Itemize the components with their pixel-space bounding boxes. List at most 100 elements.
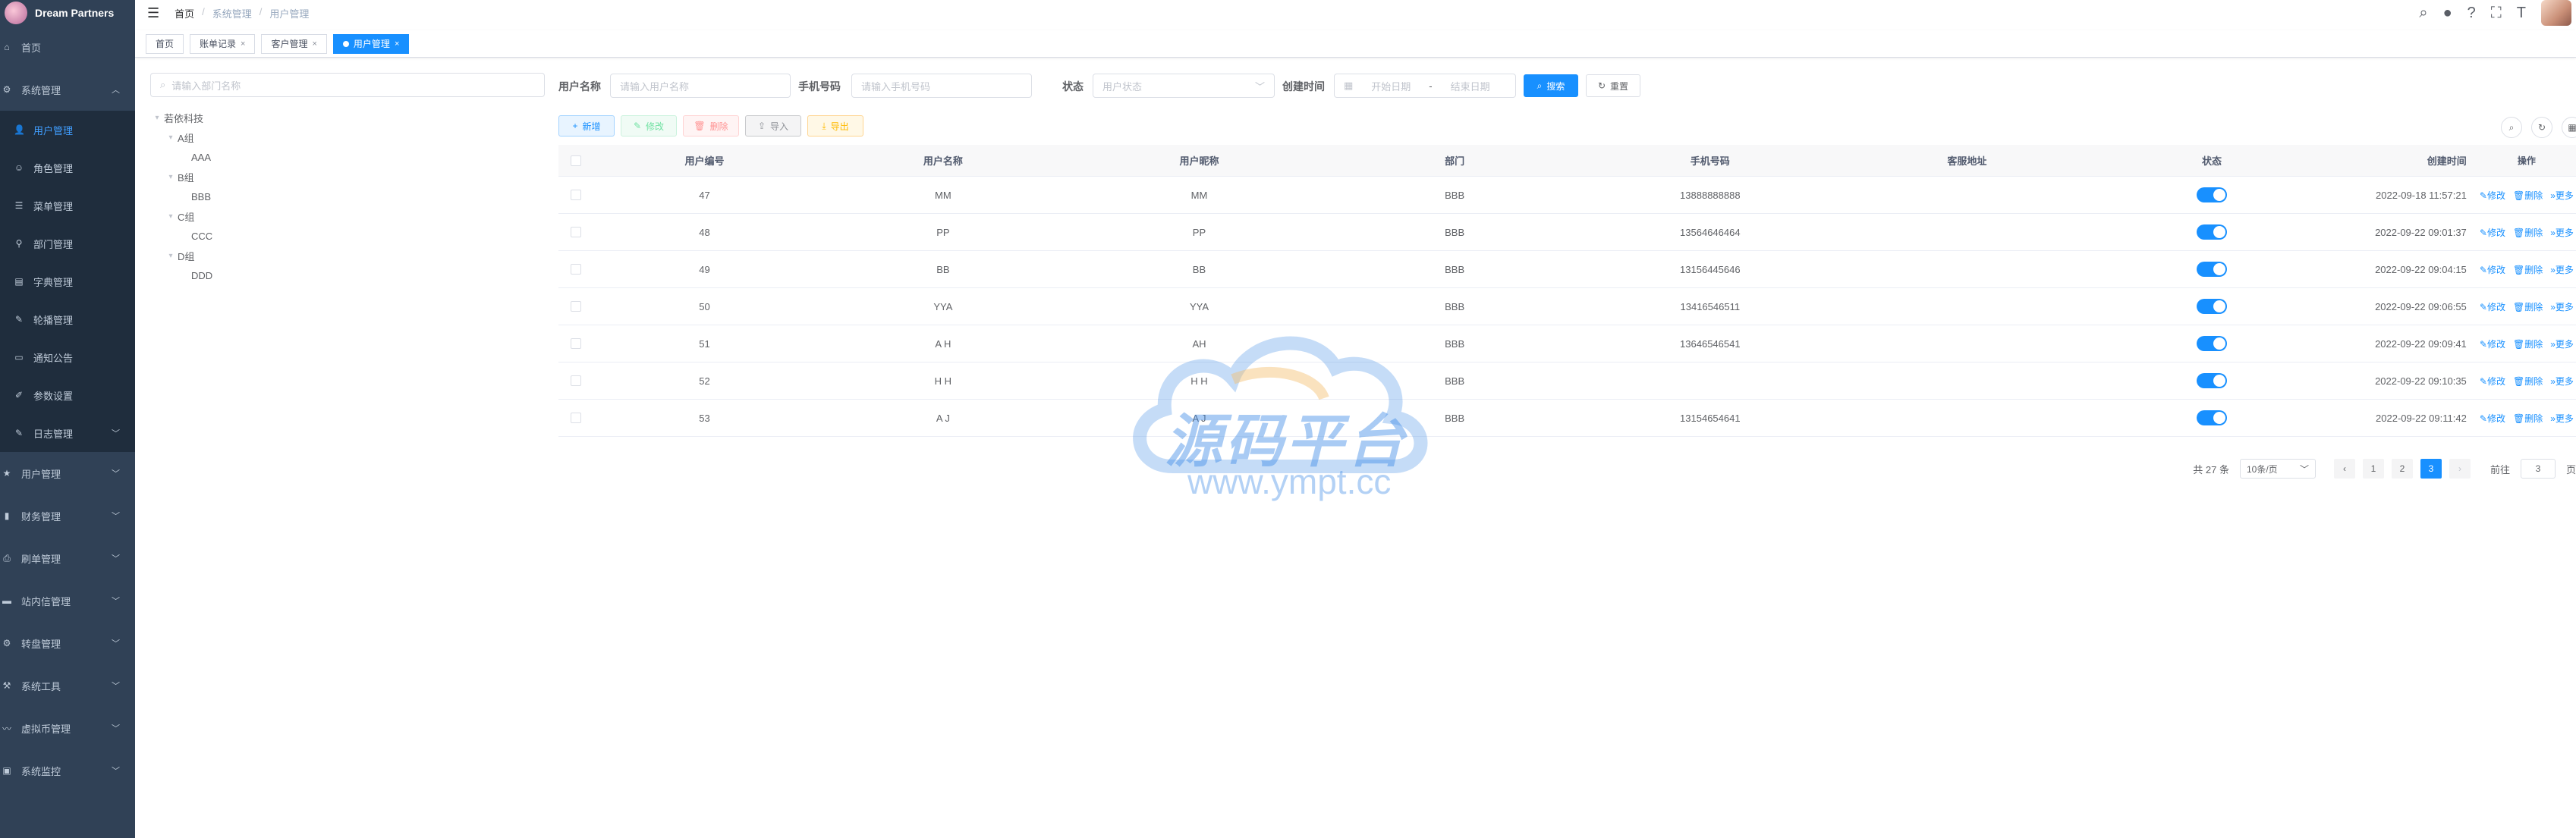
row-edit-link[interactable]: ✎修改 bbox=[2480, 337, 2505, 350]
tree-node[interactable]: AAA bbox=[150, 147, 545, 167]
tag-home[interactable]: 首页 bbox=[146, 33, 184, 54]
fullscreen-icon[interactable]: ⛶ bbox=[2491, 5, 2502, 22]
row-more-link[interactable]: »更多 bbox=[2550, 412, 2574, 425]
row-checkbox[interactable] bbox=[571, 338, 582, 349]
hamburger-icon[interactable]: ☰ bbox=[147, 5, 159, 21]
close-icon[interactable]: × bbox=[395, 39, 399, 49]
row-edit-link[interactable]: ✎修改 bbox=[2480, 412, 2505, 425]
status-switch[interactable] bbox=[2197, 373, 2228, 388]
toggle-search-button[interactable]: ⌕ bbox=[2501, 117, 2522, 138]
import-button[interactable]: ⇪ 导入 bbox=[745, 115, 801, 137]
edit-button[interactable]: ✎ 修改 bbox=[621, 115, 677, 137]
sidebar-item-wheel[interactable]: ⚙ 转盘管理 ﹀ bbox=[0, 622, 135, 664]
tree-node[interactable]: ▾ 若依科技 bbox=[150, 108, 545, 127]
row-delete-link[interactable]: 🗑删除 bbox=[2513, 263, 2543, 276]
date-range-picker[interactable]: ▦ 开始日期 - 结束日期 bbox=[1334, 74, 1516, 98]
sidebar-item-system[interactable]: ⚙ 系统管理 ︿ bbox=[0, 68, 135, 111]
row-checkbox[interactable] bbox=[571, 413, 582, 423]
page-button[interactable]: 2 bbox=[2391, 459, 2413, 479]
row-delete-link[interactable]: 🗑删除 bbox=[2513, 412, 2543, 425]
row-delete-link[interactable]: 🗑删除 bbox=[2513, 226, 2543, 239]
username-input[interactable]: 请输入用户名称 bbox=[610, 74, 791, 98]
dept-search-input[interactable]: ⌕ 请输入部门名称 bbox=[150, 73, 545, 97]
caret-down-icon[interactable]: ▾ bbox=[164, 173, 178, 181]
tree-node[interactable]: ▾ D组 bbox=[150, 246, 545, 265]
caret-down-icon[interactable]: ▾ bbox=[164, 252, 178, 260]
phone-input[interactable]: 请输入手机号码 bbox=[851, 74, 1032, 98]
row-edit-link[interactable]: ✎修改 bbox=[2480, 375, 2505, 388]
row-checkbox[interactable] bbox=[571, 301, 582, 312]
row-more-link[interactable]: »更多 bbox=[2550, 226, 2574, 239]
row-edit-link[interactable]: ✎修改 bbox=[2480, 263, 2505, 276]
sidebar-item-dept-manage[interactable]: ⚲ 部门管理 bbox=[0, 224, 135, 262]
row-checkbox[interactable] bbox=[571, 264, 582, 275]
tag-bill-records[interactable]: 账单记录 × bbox=[190, 33, 256, 54]
page-button-current[interactable]: 3 bbox=[2420, 459, 2442, 479]
avatar[interactable] bbox=[2541, 0, 2571, 26]
prev-page-button[interactable]: ‹ bbox=[2333, 459, 2355, 479]
sidebar-item-tools[interactable]: ⚒ 系统工具 ﹀ bbox=[0, 664, 135, 707]
status-switch[interactable] bbox=[2197, 299, 2228, 314]
caret-down-icon[interactable]: ▾ bbox=[164, 133, 178, 142]
next-page-button[interactable]: › bbox=[2449, 459, 2471, 479]
add-button[interactable]: + 新增 bbox=[558, 115, 615, 137]
reset-button[interactable]: ↻ 重置 bbox=[1586, 74, 1640, 97]
goto-page-input[interactable]: 3 bbox=[2520, 459, 2556, 479]
row-more-link[interactable]: »更多 bbox=[2550, 189, 2574, 202]
row-delete-link[interactable]: 🗑删除 bbox=[2513, 189, 2543, 202]
page-size-select[interactable]: 10条/页 ﹀ bbox=[2239, 459, 2316, 479]
row-more-link[interactable]: »更多 bbox=[2550, 263, 2574, 276]
row-delete-link[interactable]: 🗑删除 bbox=[2513, 337, 2543, 350]
row-more-link[interactable]: »更多 bbox=[2550, 375, 2574, 388]
help-icon[interactable]: ? bbox=[2467, 5, 2476, 22]
sidebar-item-crypto[interactable]: 〰 虚拟币管理 ﹀ bbox=[0, 707, 135, 749]
select-all-checkbox[interactable] bbox=[571, 155, 582, 166]
github-icon[interactable]: ● bbox=[2443, 5, 2452, 22]
row-more-link[interactable]: »更多 bbox=[2550, 337, 2574, 350]
sidebar-item-monitor[interactable]: ▣ 系统监控 ﹀ bbox=[0, 749, 135, 792]
sidebar-item-users[interactable]: ★ 用户管理 ﹀ bbox=[0, 452, 135, 494]
sidebar-item-dict-manage[interactable]: ▤ 字典管理 bbox=[0, 262, 135, 300]
row-checkbox[interactable] bbox=[571, 375, 582, 386]
close-icon[interactable]: × bbox=[312, 39, 316, 49]
sidebar-item-user-manage[interactable]: 👤 用户管理 bbox=[0, 111, 135, 149]
sidebar-item-inbox[interactable]: ▬ 站内信管理 ﹀ bbox=[0, 579, 135, 622]
search-button[interactable]: ⌕ 搜索 bbox=[1524, 74, 1578, 97]
status-switch[interactable] bbox=[2197, 262, 2228, 277]
row-delete-link[interactable]: 🗑删除 bbox=[2513, 375, 2543, 388]
tree-node[interactable]: ▾ B组 bbox=[150, 167, 545, 187]
tree-node[interactable]: CCC bbox=[150, 226, 545, 246]
columns-button[interactable]: ▦ bbox=[2562, 117, 2576, 138]
caret-down-icon[interactable]: ▾ bbox=[164, 212, 178, 221]
refresh-button[interactable]: ↻ bbox=[2531, 117, 2552, 138]
app-logo[interactable]: Dream Partners bbox=[0, 0, 135, 26]
font-size-icon[interactable]: T bbox=[2517, 5, 2526, 22]
row-checkbox[interactable] bbox=[571, 227, 582, 237]
breadcrumb-home[interactable]: 首页 bbox=[175, 6, 194, 20]
status-select[interactable]: 用户状态 ﹀ bbox=[1093, 74, 1275, 98]
tag-user-manage[interactable]: 用户管理 × bbox=[332, 33, 410, 54]
sidebar-item-menu-manage[interactable]: ☰ 菜单管理 bbox=[0, 187, 135, 224]
close-icon[interactable]: × bbox=[241, 39, 245, 49]
sidebar-item-params[interactable]: ✐ 参数设置 bbox=[0, 376, 135, 414]
tree-node[interactable]: BBB bbox=[150, 187, 545, 206]
status-switch[interactable] bbox=[2197, 224, 2228, 240]
search-icon[interactable]: ⌕ bbox=[2419, 5, 2427, 22]
tag-customer-manage[interactable]: 客户管理 × bbox=[261, 33, 327, 54]
tree-node[interactable]: ▾ C组 bbox=[150, 206, 545, 226]
row-delete-link[interactable]: 🗑删除 bbox=[2513, 300, 2543, 313]
page-button[interactable]: 1 bbox=[2362, 459, 2384, 479]
tree-node[interactable]: DDD bbox=[150, 265, 545, 285]
status-switch[interactable] bbox=[2197, 187, 2228, 202]
export-button[interactable]: ⤓ 导出 bbox=[807, 115, 863, 137]
sidebar-item-home[interactable]: ⌂ 首页 bbox=[0, 26, 135, 68]
row-edit-link[interactable]: ✎修改 bbox=[2480, 189, 2505, 202]
sidebar-item-log-manage[interactable]: ✎ 日志管理 ﹀ bbox=[0, 414, 135, 452]
row-edit-link[interactable]: ✎修改 bbox=[2480, 300, 2505, 313]
row-more-link[interactable]: »更多 bbox=[2550, 300, 2574, 313]
sidebar-item-role-manage[interactable]: ☺ 角色管理 bbox=[0, 149, 135, 187]
status-switch[interactable] bbox=[2197, 410, 2228, 425]
row-checkbox[interactable] bbox=[571, 190, 582, 200]
row-edit-link[interactable]: ✎修改 bbox=[2480, 226, 2505, 239]
sidebar-item-finance[interactable]: ▮ 财务管理 ﹀ bbox=[0, 494, 135, 537]
